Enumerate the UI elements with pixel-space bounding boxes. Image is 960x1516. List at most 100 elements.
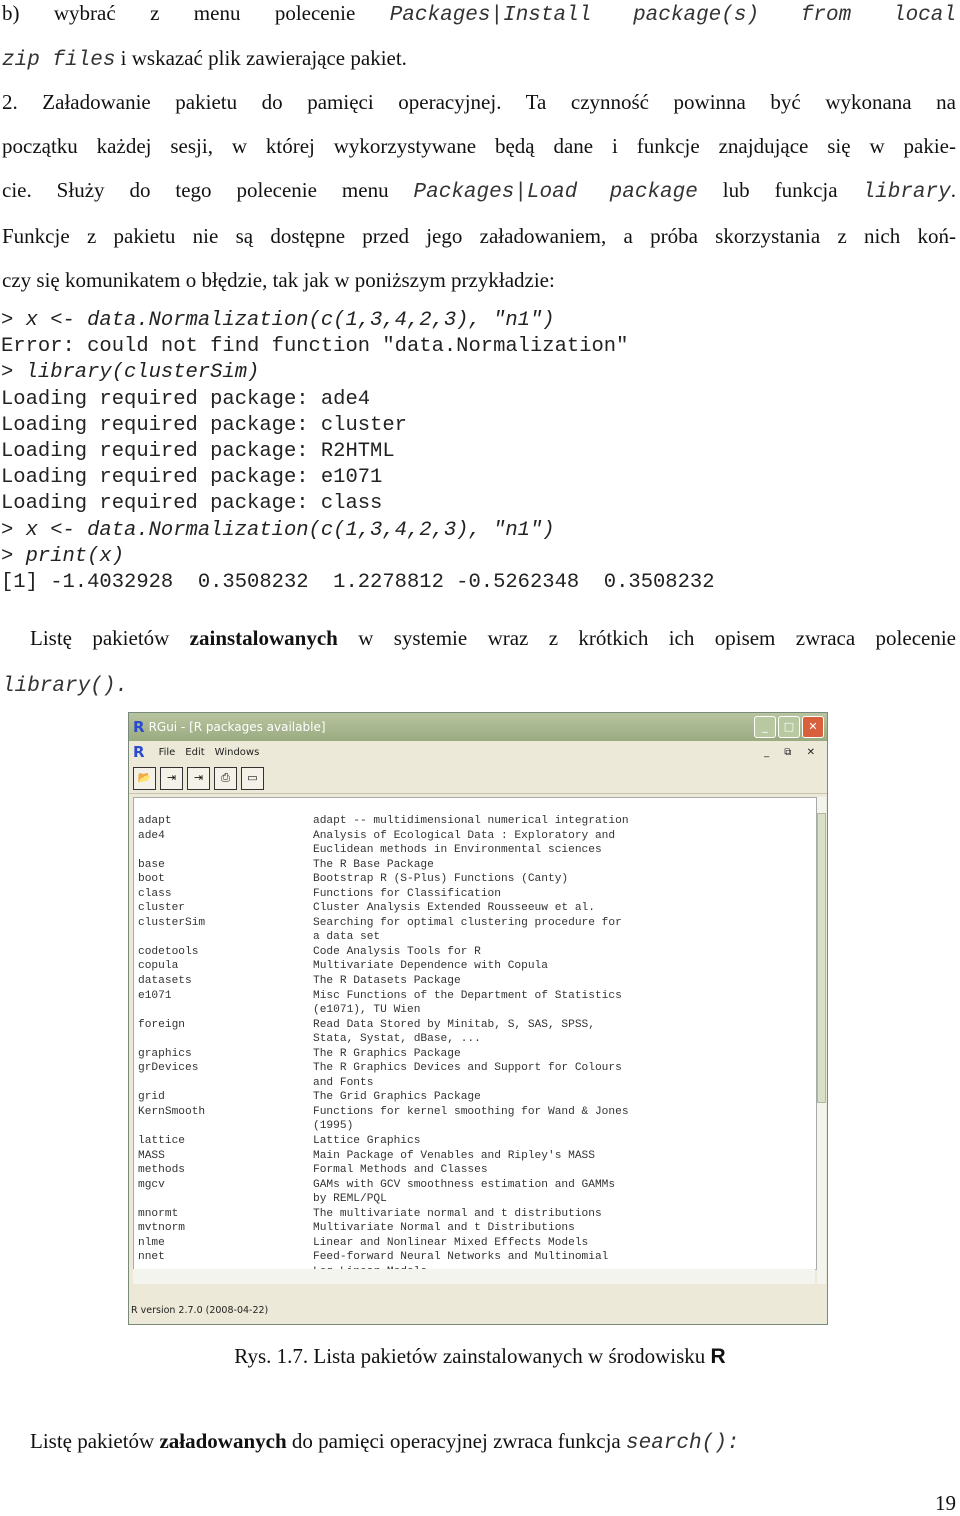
package-row: adapt adapt -- multidimensional numerical… xyxy=(138,814,629,829)
package-name: adapt xyxy=(138,815,172,827)
package-name: grid xyxy=(138,1091,165,1104)
package-row: codetools Code Analysis Tools for R xyxy=(138,945,629,960)
package-description: Multivariate Normal and t Distributions xyxy=(313,1222,575,1235)
package-name: nnet xyxy=(138,1251,165,1264)
package-row: grDevices The R Graphics Devices and Supp… xyxy=(138,1061,629,1076)
package-description: by REML/PQL xyxy=(313,1193,387,1206)
code-line: Loading required package: cluster xyxy=(1,413,407,437)
packages-list: adapt adapt -- multidimensional numerical… xyxy=(133,797,817,1270)
package-description: The R Base Package xyxy=(313,858,434,871)
code-line: Loading required package: R2HTML xyxy=(1,440,395,464)
minimize-icon[interactable]: _ xyxy=(754,716,776,738)
load-workspace-icon[interactable]: ⇥ xyxy=(160,766,183,790)
code-line: Loading required package: ade4 xyxy=(1,387,371,411)
package-row: mvtnorm Multivariate Normal and t Distrib… xyxy=(138,1221,629,1236)
package-description: Formal Methods and Classes xyxy=(313,1164,488,1177)
text-bold: zainstalowanych xyxy=(189,626,338,650)
package-description: Searching for optimal clustering procedu… xyxy=(313,916,622,929)
r-logo-icon: R xyxy=(133,743,145,761)
package-name: foreign xyxy=(138,1018,185,1031)
package-row: mgcv GAMs with GCV smoothness estimation … xyxy=(138,1178,629,1193)
package-name: MASS xyxy=(138,1149,165,1162)
open-icon[interactable]: 📂 xyxy=(133,766,156,790)
package-row: ade4 Analysis of Ecological Data : Explor… xyxy=(138,829,629,844)
code-line: Error: could not find function "data.Nor… xyxy=(1,335,629,359)
page-number: 19 xyxy=(935,1491,956,1515)
figure-caption: Rys. 1.7. Lista pakietów zainstalowanych… xyxy=(2,1343,958,1370)
package-name: boot xyxy=(138,873,165,886)
package-description: The R Graphics Devices and Support for C… xyxy=(313,1062,622,1075)
text-line: cie. Służy do tego polecenie menu Packag… xyxy=(2,177,956,206)
function-name: library(). xyxy=(2,675,129,698)
code-line: > x <- data.Normalization(c(1,3,4,2,3), … xyxy=(1,518,555,542)
window-title: RGui - [R packages available] xyxy=(148,720,326,734)
horizontal-scrollbar[interactable] xyxy=(133,1269,815,1284)
close-icon[interactable]: ✕ xyxy=(802,716,824,738)
package-row: Euclidean methods in Environmental scien… xyxy=(138,843,629,858)
package-name: mgcv xyxy=(138,1178,165,1191)
menu-windows[interactable]: Windows xyxy=(215,747,260,758)
package-name: ade4 xyxy=(138,829,165,842)
status-bar: R version 2.7.0 (2008-04-22) xyxy=(131,1305,269,1316)
package-name: nlme xyxy=(138,1236,165,1249)
save-workspace-icon[interactable]: ⇥ xyxy=(187,766,210,790)
package-name: lattice xyxy=(138,1135,185,1148)
package-name: clusterSim xyxy=(138,916,206,929)
package-row: (e1071), TU Wien xyxy=(138,1003,629,1018)
code-line: > print(x) xyxy=(1,544,125,568)
package-row: methods Formal Methods and Classes xyxy=(138,1163,629,1178)
scrollbar-thumb[interactable] xyxy=(817,813,826,1103)
title-bar: R RGui - [R packages available] _ □ ✕ xyxy=(129,713,827,741)
package-description: adapt -- multidimensional numerical inte… xyxy=(313,815,629,827)
text-line: początku każdej sesji, w której wykorzys… xyxy=(2,134,956,158)
package-description: a data set xyxy=(313,931,381,944)
menu-file[interactable]: File xyxy=(159,747,176,758)
package-row: graphics The R Graphics Package xyxy=(138,1047,629,1062)
package-description: Analysis of Ecological Data : Explorator… xyxy=(313,829,616,842)
package-description: Functions for kernel smoothing for Wand … xyxy=(313,1105,629,1118)
package-description: Linear and Nonlinear Mixed Effects Model… xyxy=(313,1236,589,1249)
package-description: Cluster Analysis Extended Rousseeuw et a… xyxy=(313,902,595,915)
package-name: grDevices xyxy=(138,1062,199,1075)
code-line: Loading required package: class xyxy=(1,492,383,516)
print-icon[interactable]: ⎙ xyxy=(214,766,237,790)
caption-r: R xyxy=(710,1345,726,1368)
console-icon[interactable]: ▭ xyxy=(241,766,264,790)
package-name: graphics xyxy=(138,1047,192,1060)
package-description: Read Data Stored by Minitab, S, SAS, SPS… xyxy=(313,1018,595,1031)
package-description: Bootstrap R (S-Plus) Functions (Canty) xyxy=(313,873,569,886)
vertical-scrollbar[interactable] xyxy=(817,797,826,1284)
package-row: grid The Grid Graphics Package xyxy=(138,1090,629,1105)
maximize-icon[interactable]: □ xyxy=(778,716,800,738)
package-description: GAMs with GCV smoothness estimation and … xyxy=(313,1178,616,1191)
package-name: copula xyxy=(138,960,179,973)
menu-edit[interactable]: Edit xyxy=(185,747,204,758)
package-name xyxy=(138,1119,313,1134)
package-row: Stata, Systat, dBase, ... xyxy=(138,1032,629,1047)
code-line: > library(clusterSim) xyxy=(1,361,260,385)
text-bold: załadowanych xyxy=(159,1429,287,1453)
package-name: mvtnorm xyxy=(138,1222,185,1235)
package-row: clusterSim Searching for optimal clusteri… xyxy=(138,916,629,931)
package-row: MASS Main Package of Venables and Ripley'… xyxy=(138,1149,629,1164)
r-logo-icon: R xyxy=(133,718,145,736)
package-name xyxy=(138,1032,313,1047)
package-name: datasets xyxy=(138,975,192,988)
text-line: Funkcje z pakietu nie są dostępne przed … xyxy=(2,224,956,248)
code-line: [1] -1.4032928 0.3508232 1.2278812 -0.52… xyxy=(1,571,715,595)
package-name: cluster xyxy=(138,902,185,915)
menu-bar: R File Edit Windows _ ⧉ ✕ xyxy=(129,741,827,763)
package-description: The R Datasets Package xyxy=(313,975,461,988)
package-name: mnormt xyxy=(138,1207,179,1220)
package-name: codetools xyxy=(138,945,199,958)
package-row: (1995) xyxy=(138,1119,629,1134)
package-description: and Fonts xyxy=(313,1076,374,1089)
function-name: library xyxy=(862,181,951,204)
package-row: base The R Base Package xyxy=(138,858,629,873)
text-line: czy się komunikatem o błędzie, tak jak w… xyxy=(2,268,555,292)
package-name xyxy=(138,930,313,945)
code-line: Loading required package: e1071 xyxy=(1,466,383,490)
package-row: nlme Linear and Nonlinear Mixed Effects M… xyxy=(138,1236,629,1251)
package-row: KernSmooth Functions for kernel smoothing… xyxy=(138,1105,629,1120)
mdi-controls[interactable]: _ ⧉ ✕ xyxy=(764,747,821,758)
